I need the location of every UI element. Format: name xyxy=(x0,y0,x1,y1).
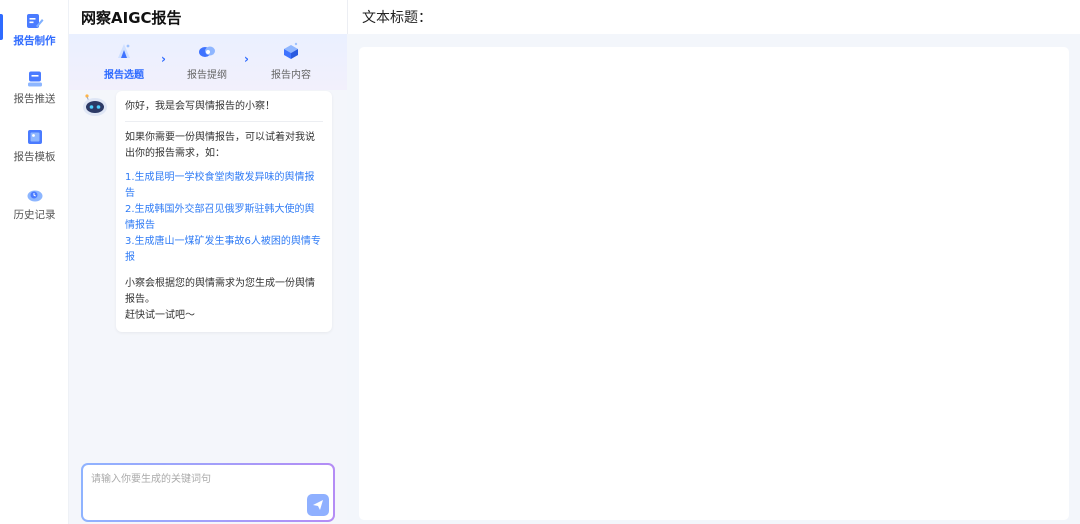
outro-text-2: 赶快试一试吧～ xyxy=(125,310,195,321)
sidebar-item-report-push[interactable]: 报告推送 xyxy=(0,70,69,120)
sidebar: 报告制作 报告推送 报告模板 历史记录 xyxy=(0,0,69,524)
document-title-label: 文本标题： xyxy=(362,10,432,26)
send-icon xyxy=(313,500,323,510)
report-template-icon xyxy=(26,128,44,146)
chevron-right-icon: › xyxy=(244,52,249,66)
intro-text: 如果你需要一份舆情报告，可以试着对我说出你的报告需求，如： xyxy=(125,132,315,159)
outline-icon xyxy=(196,40,218,62)
example-prompt[interactable]: 1.生成昆明一学校食堂肉散发异味的舆情报告 xyxy=(125,170,323,202)
sidebar-item-report-template[interactable]: 报告模板 xyxy=(0,128,69,178)
keyword-input[interactable] xyxy=(83,465,333,520)
topic-icon xyxy=(113,40,135,62)
sidebar-item-history[interactable]: 历史记录 xyxy=(0,186,69,236)
greeting-text: 你好，我是会写舆情报告的小察！ xyxy=(125,99,323,122)
document-header: 文本标题： xyxy=(347,0,1080,34)
step-outline[interactable]: 报告提纲 xyxy=(177,40,237,81)
document-area[interactable] xyxy=(359,47,1069,520)
assistant-avatar-icon xyxy=(81,92,109,120)
step-label: 报告选题 xyxy=(104,70,144,81)
sidebar-item-label: 历史记录 xyxy=(13,209,56,221)
report-push-icon xyxy=(26,70,44,88)
step-bar: 报告选题 › 报告提纲 › 报告内容 xyxy=(69,34,347,90)
sidebar-item-report-make[interactable]: 报告制作 xyxy=(0,12,69,62)
sidebar-item-label: 报告模板 xyxy=(13,151,56,163)
example-prompt[interactable]: 2.生成韩国外交部召见俄罗斯驻韩大使的舆情报告 xyxy=(125,202,323,234)
step-label: 报告内容 xyxy=(271,70,311,81)
step-label: 报告提纲 xyxy=(187,70,227,81)
step-content[interactable]: 报告内容 xyxy=(261,40,321,81)
panel-header: 网察AIGC报告 xyxy=(69,0,347,34)
sidebar-item-label: 报告制作 xyxy=(13,35,56,47)
report-make-icon xyxy=(26,12,44,30)
sidebar-item-label: 报告推送 xyxy=(13,93,56,105)
content-icon xyxy=(280,40,302,62)
send-button[interactable] xyxy=(307,494,329,516)
app-title: 网察AIGC报告 xyxy=(81,8,182,27)
chevron-right-icon: › xyxy=(161,52,166,66)
example-prompt[interactable]: 3.生成唐山一煤矿发生事故6人被困的舆情专报 xyxy=(125,234,323,266)
assistant-message: 你好，我是会写舆情报告的小察！ 如果你需要一份舆情报告，可以试着对我说出你的报告… xyxy=(116,91,332,332)
keyword-input-box xyxy=(81,463,335,522)
example-list: 1.生成昆明一学校食堂肉散发异味的舆情报告 2.生成韩国外交部召见俄罗斯驻韩大使… xyxy=(125,170,323,266)
step-topic[interactable]: 报告选题 xyxy=(94,40,154,81)
outro-text: 小察会根据您的舆情需求为您生成一份舆情报告。 xyxy=(125,278,315,305)
history-icon xyxy=(26,186,44,204)
